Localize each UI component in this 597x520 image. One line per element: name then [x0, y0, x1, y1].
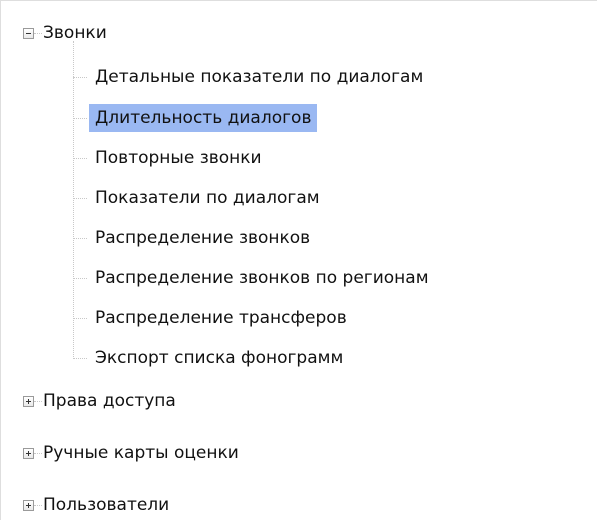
tree-node-manual-cards[interactable]: Ручные карты оценки: [37, 439, 245, 467]
report-tree: Звонки Детальные показатели по диалогам …: [0, 0, 597, 520]
tree-item-dialog-duration[interactable]: Длительность диалогов: [89, 104, 318, 132]
tree-item-call-distribution[interactable]: Распределение звонков: [89, 224, 316, 252]
tree-connector: [73, 238, 87, 239]
tree-connector: [73, 77, 87, 78]
tree-item-transfer-distribution[interactable]: Распределение трансферов: [89, 304, 353, 332]
expand-manual-cards-icon[interactable]: [23, 448, 34, 459]
tree-node-calls[interactable]: Звонки: [37, 19, 113, 47]
expand-users-icon[interactable]: [23, 500, 34, 511]
tree-node-access-rights[interactable]: Права доступа: [37, 387, 182, 415]
expand-access-rights-icon[interactable]: [23, 396, 34, 407]
tree-connector: [73, 318, 87, 319]
tree-item-detailed-dialog-metrics[interactable]: Детальные показатели по диалогам: [89, 63, 429, 91]
collapse-calls-icon[interactable]: [23, 28, 34, 39]
tree-guide-line: [73, 41, 74, 359]
tree-item-export-recordings[interactable]: Экспорт списка фонограмм: [89, 344, 349, 372]
tree-item-dialog-metrics[interactable]: Показатели по диалогам: [89, 184, 326, 212]
tree-connector: [73, 158, 87, 159]
tree-item-call-distribution-by-region[interactable]: Распределение звонков по регионам: [89, 264, 435, 292]
tree-item-repeat-calls[interactable]: Повторные звонки: [89, 144, 268, 172]
tree-connector: [73, 358, 87, 359]
tree-node-users[interactable]: Пользователи: [37, 491, 175, 519]
tree-connector: [73, 278, 87, 279]
tree-connector: [73, 118, 87, 119]
tree-connector: [73, 198, 87, 199]
